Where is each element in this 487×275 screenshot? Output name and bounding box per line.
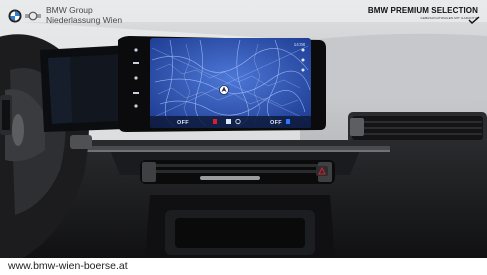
check-mark-icon [468, 16, 480, 24]
left-air-vent [0, 95, 12, 135]
footer-url: www.bmw-wien-boerse.at [8, 260, 128, 272]
right-air-vent [348, 112, 487, 144]
car-interior-photo: BMW Group Niederlassung Wien BMW PREMIUM… [0, 0, 487, 275]
dealer-name-line2: Niederlassung Wien [46, 14, 123, 25]
infotainment-screen-overlay: 14:08 OFF OFF [150, 38, 311, 128]
dealer-branding: BMW Group Niederlassung Wien [8, 5, 123, 25]
premium-selection-branding: BMW PREMIUM SELECTION GEBRAUCHTWAGEN MIT… [367, 6, 480, 24]
program-tagline: GEBRAUCHTWAGEN MIT GARANTIE [420, 16, 478, 20]
program-title: BMW PREMIUM SELECTION [367, 6, 478, 15]
footer-bar: www.bmw-wien-boerse.at [0, 258, 487, 275]
center-console [145, 195, 335, 260]
climate-right-status: OFF [270, 120, 282, 126]
climate-left-status: OFF [177, 120, 189, 126]
bmw-logo-icon [8, 9, 22, 22]
mini-logo-icon [25, 11, 41, 20]
display-clock: 14:08 [293, 42, 305, 47]
center-air-vent [140, 160, 335, 184]
